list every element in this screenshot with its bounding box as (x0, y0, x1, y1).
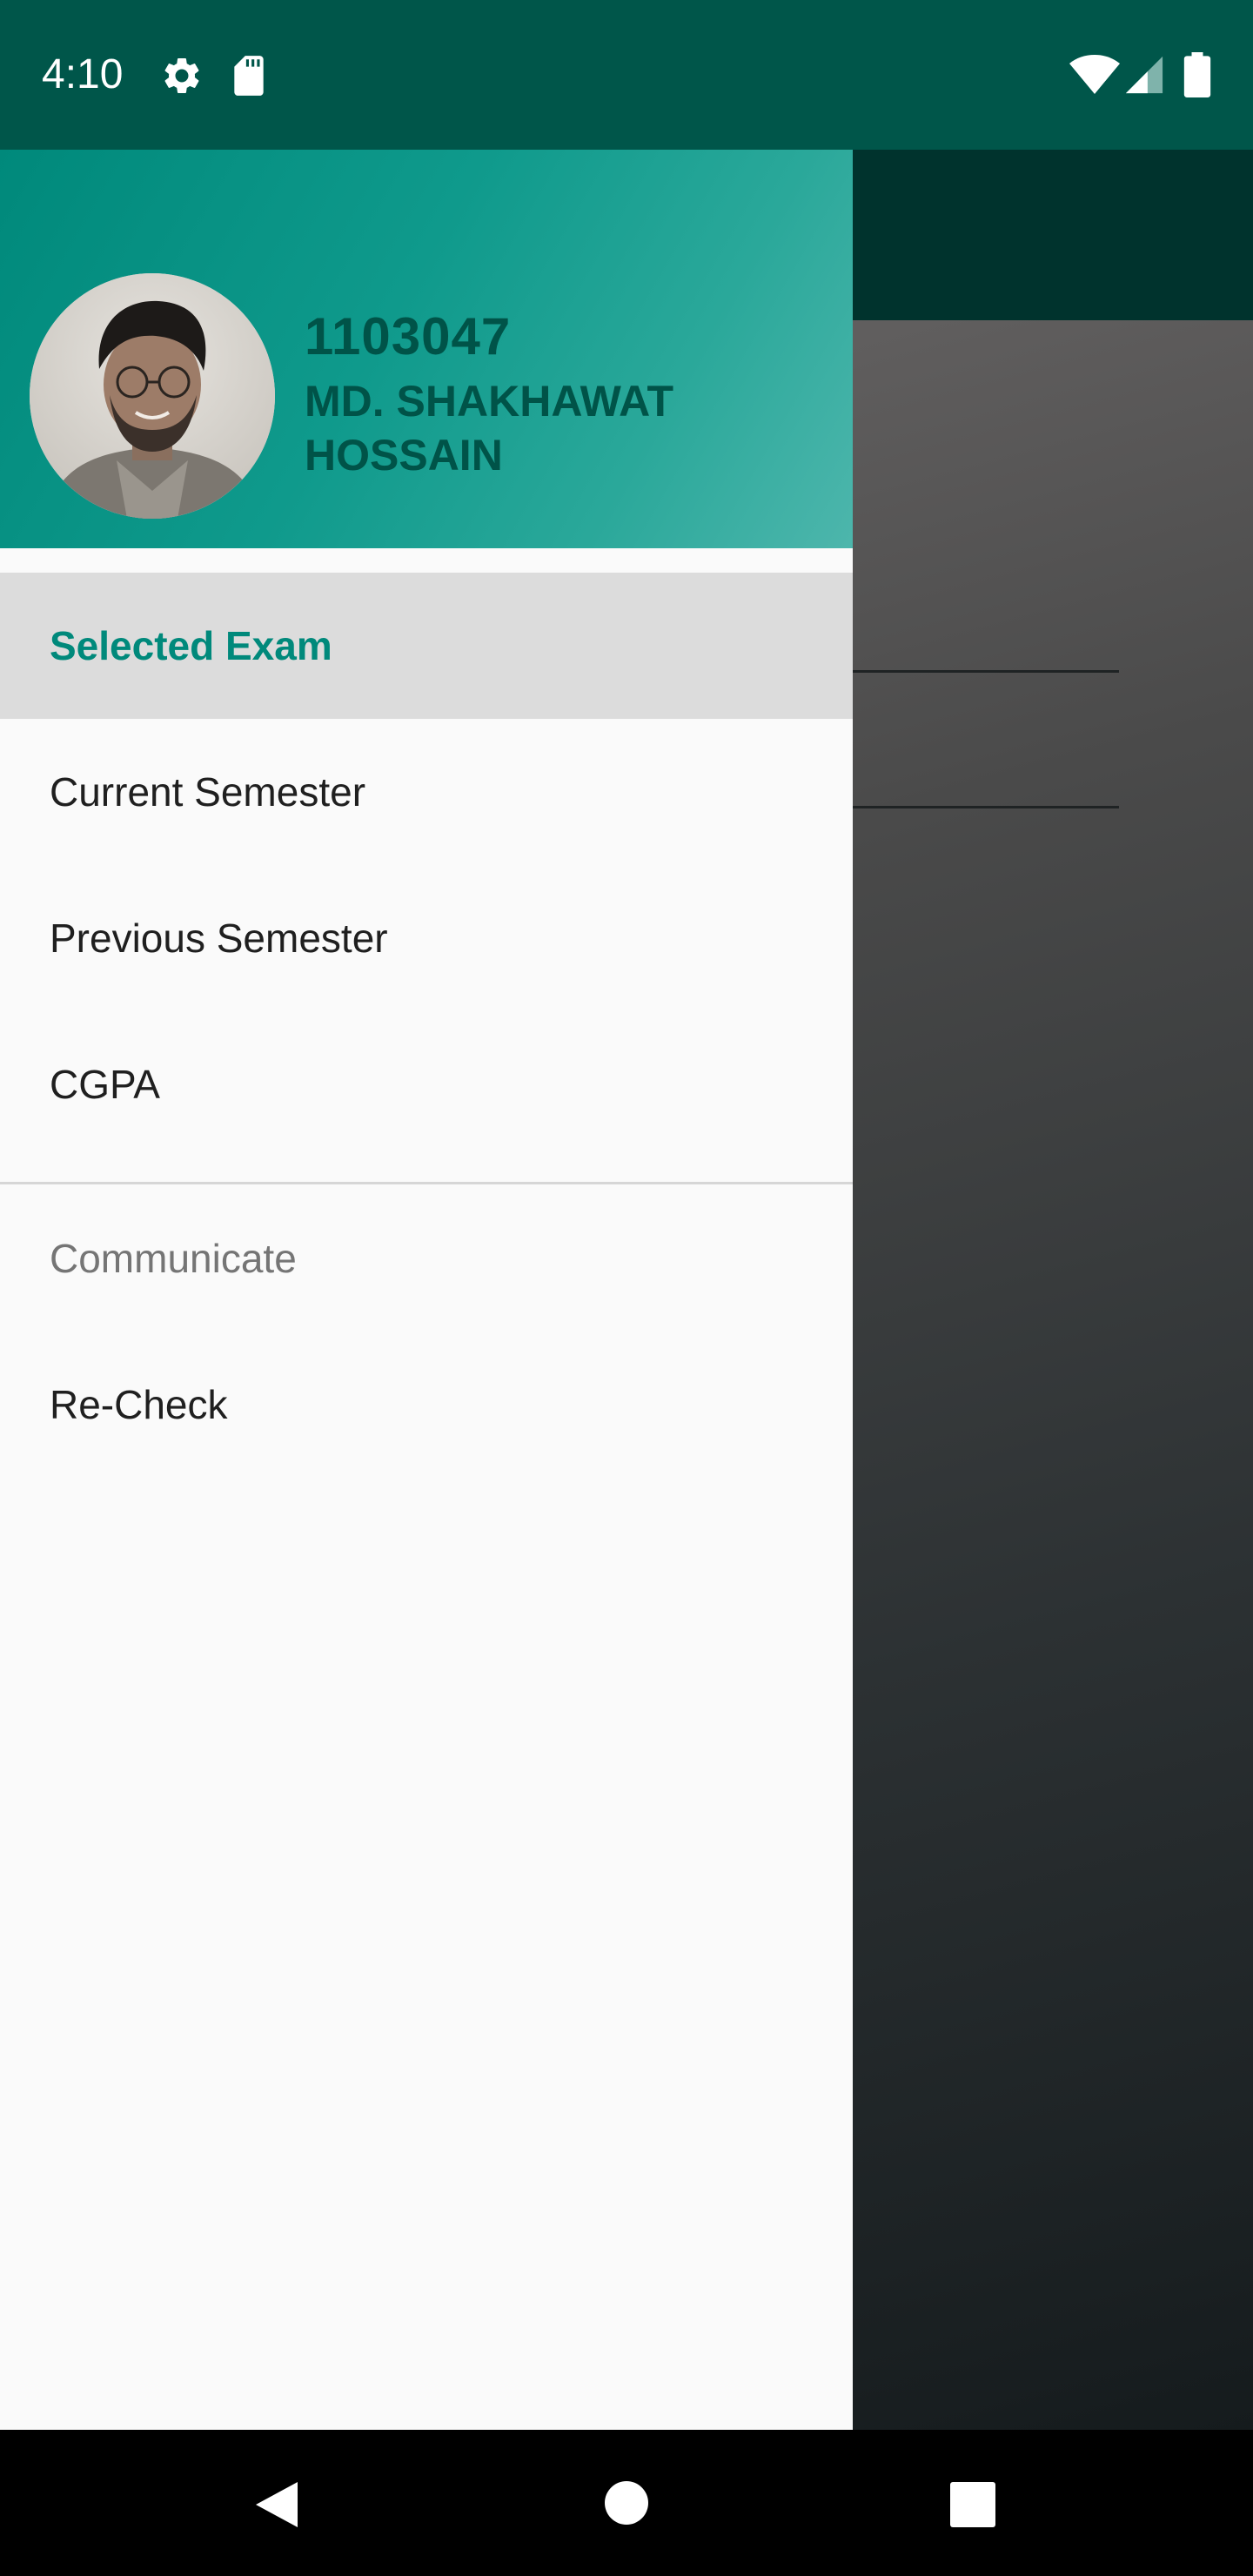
drawer-header: 1103047 MD. SHAKHAWAT HOSSAIN (0, 150, 853, 548)
student-name: MD. SHAKHAWAT HOSSAIN (305, 377, 674, 480)
drawer-item-cgpa[interactable]: CGPA (0, 1011, 853, 1157)
avatar[interactable] (30, 273, 275, 519)
home-icon[interactable] (604, 2480, 649, 2526)
input-underline (853, 670, 1119, 673)
navigation-drawer: 1103047 MD. SHAKHAWAT HOSSAIN Selected E… (0, 150, 853, 2430)
profile-photo (30, 273, 275, 519)
sd-card-icon (234, 56, 264, 96)
input-underline (853, 806, 1119, 808)
back-icon[interactable] (252, 2479, 301, 2531)
gear-icon (164, 57, 199, 93)
student-id: 1103047 (305, 307, 512, 366)
battery-icon (1183, 52, 1211, 97)
wifi-icon (1069, 55, 1120, 94)
section-title-communicate: Communicate (50, 1236, 297, 1281)
menu-divider (0, 1182, 853, 1184)
drawer-item-label: Current Semester (50, 769, 366, 815)
drawer-item-label: Re-Check (50, 1382, 228, 1427)
drawer-item-re-check[interactable]: Re-Check (0, 1332, 853, 1478)
drawer-item-label: Selected Exam (50, 623, 332, 668)
cell-signal-icon (1125, 56, 1163, 94)
drawer-item-label: Previous Semester (50, 916, 388, 961)
status-time: 4:10 (42, 51, 124, 97)
drawer-item-current-semester[interactable]: Current Semester (0, 719, 853, 865)
drawer-item-previous-semester[interactable]: Previous Semester (0, 865, 853, 1011)
system-nav-bar (0, 2430, 1253, 2576)
drawer-item-label: CGPA (50, 1062, 160, 1107)
drawer-item-selected-exam[interactable]: Selected Exam (0, 573, 853, 719)
screen: 4:10 1103047 MD. SHAKHAWAT HOSSAIN Selec… (0, 0, 1253, 2576)
recents-icon[interactable] (950, 2482, 995, 2527)
status-bar: 4:10 (0, 0, 1253, 150)
